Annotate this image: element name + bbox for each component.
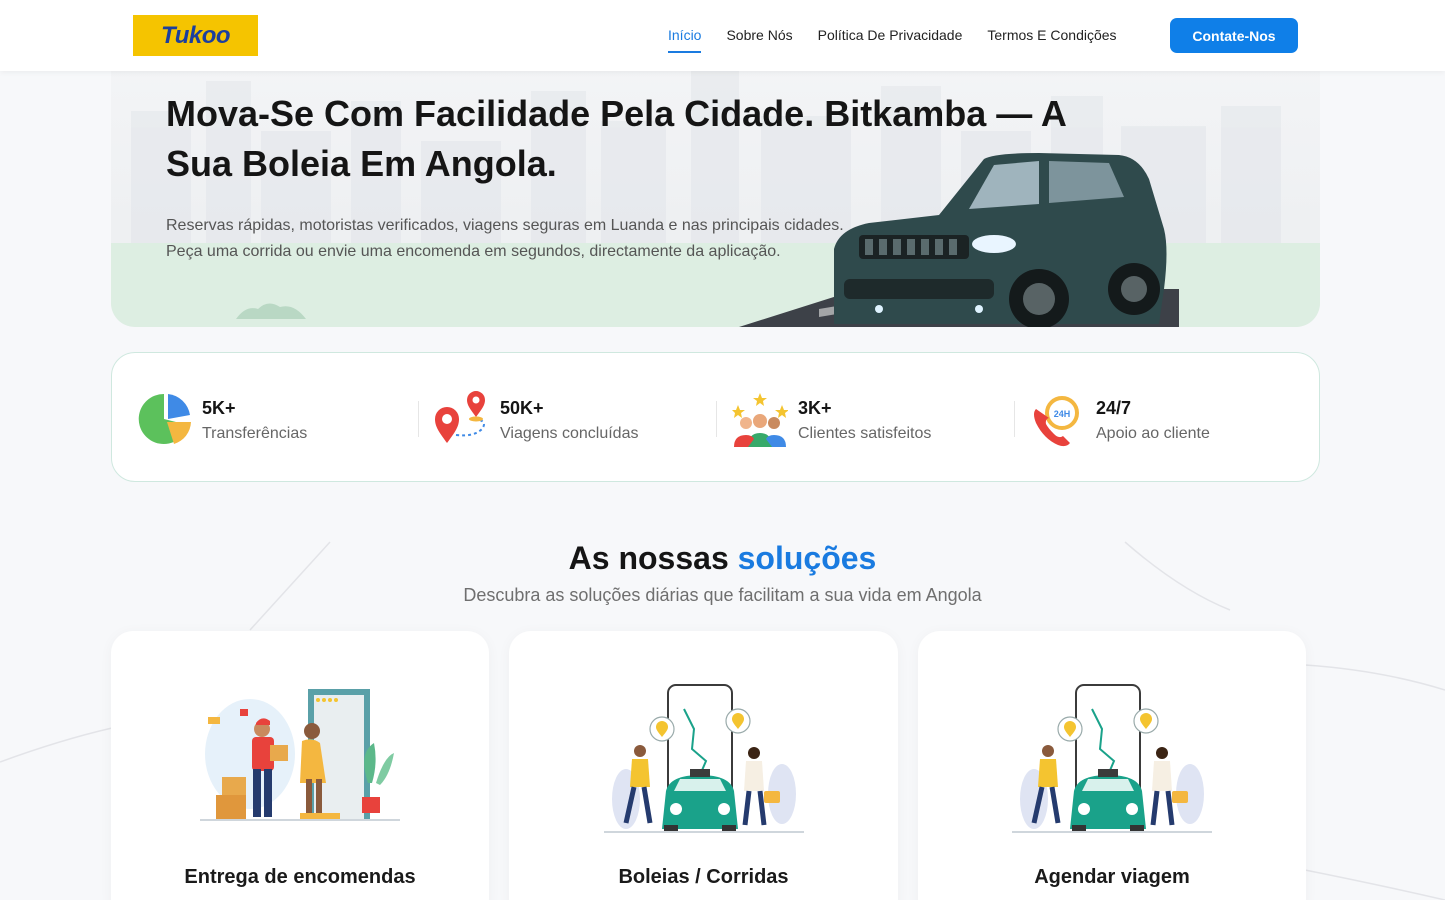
logo-text-suffix: oo [201, 21, 231, 49]
stat-customers: 3K+ Clientes satisfeitos [732, 391, 1012, 447]
stat-label: Clientes satisfeitos [798, 425, 932, 442]
nav-item-privacidade[interactable]: Política De Privacidade [818, 0, 963, 71]
nav-item-inicio[interactable]: Início [668, 0, 702, 71]
stat-trips: 50K+ Viagens concluídas [434, 391, 714, 447]
solutions-title-highlight: soluções [737, 540, 877, 576]
solution-card-delivery[interactable]: Entrega de encomendas [111, 631, 489, 900]
nav-item-termos[interactable]: Termos E Condições [987, 0, 1116, 71]
stats-panel: 5K+ Transferências 50K+ Viagens concluíd… [111, 352, 1320, 482]
hero-section: Mova-Se Com Facilidade Pela Cidade. Bitk… [111, 71, 1320, 327]
main-nav: Início Sobre Nós Política De Privacidade… [668, 0, 1142, 71]
stat-value: 24/7 [1096, 398, 1132, 418]
contact-button[interactable]: Contate-Nos [1170, 18, 1298, 53]
card-title: Agendar viagem [1034, 866, 1190, 888]
card-title: Entrega de encomendas [184, 866, 416, 888]
taxi-app-illustration [603, 684, 804, 833]
card-title: Boleias / Corridas [618, 866, 789, 888]
stat-value: 5K+ [202, 398, 236, 418]
suv-car-image [739, 153, 1179, 327]
happy-customers-icon [732, 393, 788, 447]
nav-item-sobre-nos[interactable]: Sobre Nós [726, 0, 792, 71]
stat-label: Transferências [202, 425, 308, 442]
schedule-trip-illustration [1012, 684, 1212, 833]
stat-divider [418, 401, 419, 437]
stat-value: 50K+ [500, 398, 544, 418]
logo[interactable]: Tuk oo [133, 15, 258, 56]
phone-24h-icon: 24H [1034, 396, 1079, 447]
solutions-title-text: As nossas [568, 540, 729, 576]
stat-label: Apoio ao cliente [1096, 425, 1210, 442]
stat-divider [1014, 401, 1015, 437]
solution-card-schedule[interactable]: Agendar viagem [918, 631, 1306, 900]
stat-value: 3K+ [798, 398, 832, 418]
delivery-illustration [200, 689, 400, 821]
solutions-subtitle: Descubra as soluções diárias que facilit… [463, 585, 982, 605]
stat-divider [716, 401, 717, 437]
solution-card-rides[interactable]: Boleias / Corridas [509, 631, 898, 900]
logo-text: Tuk [160, 21, 202, 49]
stat-support: 24H 24/7 Apoio ao cliente [1030, 391, 1310, 447]
solutions-title: As nossas soluções [0, 540, 1445, 577]
site-header: Tuk oo Início Sobre Nós Política De Priva… [0, 0, 1445, 71]
svg-text:24H: 24H [1054, 409, 1071, 419]
route-pins-icon [435, 391, 485, 443]
stat-transfers: 5K+ Transferências [136, 391, 416, 447]
stat-label: Viagens concluídas [500, 425, 639, 442]
bush-decoration [236, 303, 306, 319]
pie-chart-icon [138, 393, 191, 444]
